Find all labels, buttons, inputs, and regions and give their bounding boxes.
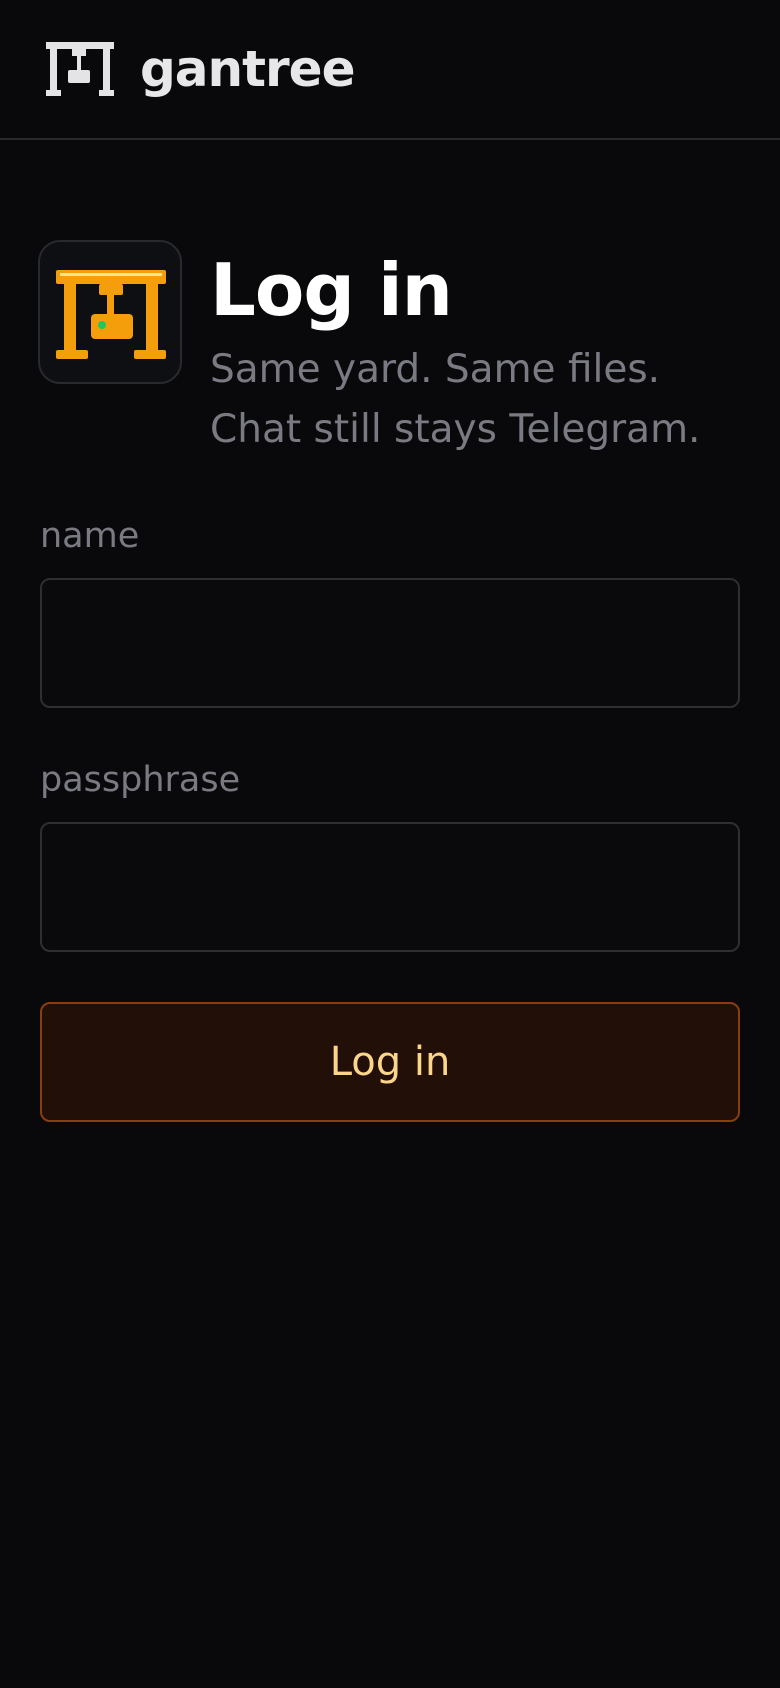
app-icon xyxy=(38,240,182,384)
passphrase-input[interactable] xyxy=(40,822,740,952)
name-label: name xyxy=(40,516,140,556)
page-title: Log in xyxy=(210,248,453,332)
passphrase-label: passphrase xyxy=(40,760,241,800)
login-button[interactable]: Log in xyxy=(40,1002,740,1122)
brand-name[interactable]: gantree xyxy=(140,36,356,102)
name-input[interactable] xyxy=(40,578,740,708)
gantry-crane-icon[interactable] xyxy=(46,42,114,96)
gantry-crane-icon xyxy=(56,270,166,359)
top-bar: gantree xyxy=(0,0,780,140)
page-subtitle: Same yard. Same files. Chat still stays … xyxy=(210,347,701,452)
